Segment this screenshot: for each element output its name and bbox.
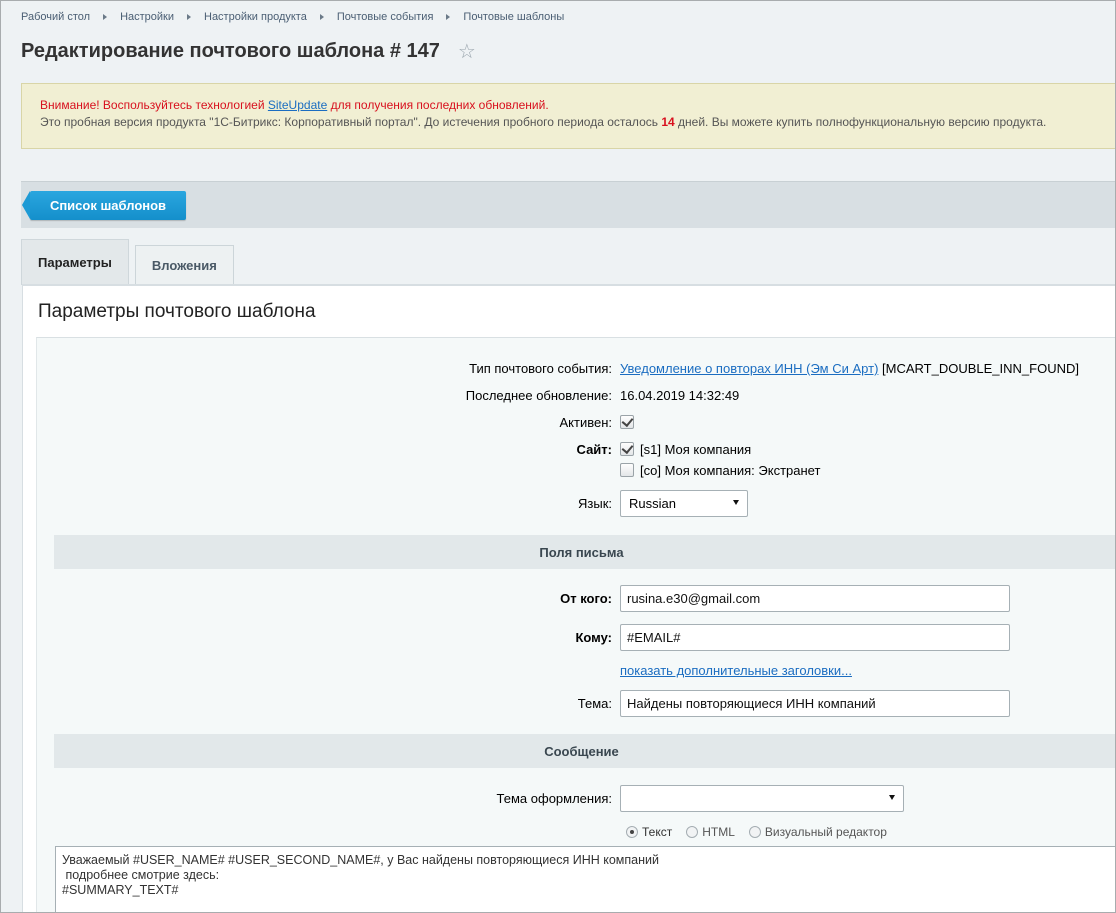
format-option-label: Визуальный редактор bbox=[764, 825, 887, 839]
chevron-down-icon bbox=[889, 795, 895, 800]
breadcrumb-item-mail-templates[interactable]: Почтовые шаблоны bbox=[463, 11, 564, 23]
breadcrumb-item-desktop[interactable]: Рабочий стол bbox=[21, 11, 90, 23]
star-icon[interactable]: ☆ bbox=[458, 42, 476, 62]
from-label: От кого: bbox=[560, 591, 612, 606]
format-option-visual[interactable]: Визуальный редактор bbox=[748, 825, 887, 839]
template-list-button[interactable]: Список шаблонов bbox=[22, 191, 186, 220]
trial-text: Это пробная версия продукта "1С-Битрикс:… bbox=[40, 115, 662, 129]
subject-input[interactable]: Найдены повторяющиеся ИНН компаний bbox=[620, 690, 1010, 717]
theme-select[interactable] bbox=[620, 785, 904, 812]
tab-bar: Параметры Вложения bbox=[21, 239, 240, 285]
format-option-label: Текст bbox=[642, 825, 673, 839]
breadcrumb-item-product-settings[interactable]: Настройки продукта bbox=[204, 11, 307, 23]
radio-button[interactable] bbox=[748, 826, 761, 838]
breadcrumb: Рабочий стол Настройки Настройки продукт… bbox=[21, 11, 564, 23]
panel-title: Параметры почтового шаблона bbox=[38, 301, 316, 322]
chevron-down-icon bbox=[733, 500, 739, 505]
update-notice: Внимание! Воспользуйтесь технологией Sit… bbox=[21, 83, 1116, 149]
event-type-label: Тип почтового события: bbox=[469, 361, 612, 376]
language-label: Язык: bbox=[578, 496, 612, 511]
show-extra-headers-link[interactable]: показать дополнительные заголовки... bbox=[620, 663, 852, 678]
to-label: Кому: bbox=[575, 630, 612, 645]
message-section-header: Сообщение bbox=[54, 734, 1116, 768]
page-title-row: Редактирование почтового шаблона # 147 ☆ bbox=[21, 40, 476, 63]
site-label-co: [co] Моя компания: Экстранет bbox=[640, 463, 821, 478]
subject-label: Тема: bbox=[577, 696, 612, 711]
trial-days: 14 bbox=[661, 115, 675, 129]
toolbar: Список шаблонов bbox=[21, 181, 1116, 228]
format-option-html[interactable]: HTML bbox=[686, 825, 735, 839]
format-radio-group: Текст HTML Визуальный редактор bbox=[626, 825, 901, 839]
language-select-value: Russian bbox=[629, 496, 676, 511]
chevron-right-icon bbox=[319, 14, 324, 20]
tab-attachments[interactable]: Вложения bbox=[134, 245, 234, 285]
event-type-value: Уведомление о повторах ИНН (Эм Си Арт) [… bbox=[620, 361, 1079, 376]
theme-label: Тема оформления: bbox=[496, 791, 612, 806]
siteupdate-link[interactable]: SiteUpdate bbox=[268, 98, 327, 112]
format-option-label: HTML bbox=[702, 825, 735, 839]
site-checkbox-s1[interactable] bbox=[620, 442, 634, 456]
message-body-textarea[interactable]: Уважаемый #USER_NAME# #USER_SECOND_NAME#… bbox=[55, 846, 1116, 913]
language-select[interactable]: Russian bbox=[620, 490, 748, 517]
tab-parameters[interactable]: Параметры bbox=[21, 239, 129, 285]
page-title: Редактирование почтового шаблона # 147 bbox=[21, 40, 440, 62]
radio-button[interactable] bbox=[686, 826, 699, 838]
updated-value: 16.04.2019 14:32:49 bbox=[620, 388, 740, 403]
fields-section-title: Поля письма bbox=[539, 544, 624, 560]
fields-section-header: Поля письма bbox=[54, 535, 1116, 569]
warning-text: Внимание! Воспользуйтесь технологией bbox=[40, 98, 268, 112]
updated-label: Последнее обновление: bbox=[465, 388, 612, 403]
from-input[interactable]: rusina.e30@gmail.com bbox=[620, 585, 1010, 612]
event-type-link[interactable]: Уведомление о повторах ИНН (Эм Си Арт) bbox=[620, 361, 878, 376]
event-type-code: [MCART_DOUBLE_INN_FOUND] bbox=[878, 361, 1079, 376]
active-checkbox[interactable] bbox=[620, 415, 634, 429]
site-checkbox-co[interactable] bbox=[620, 463, 634, 477]
active-label: Активен: bbox=[559, 415, 612, 430]
chevron-right-icon bbox=[446, 14, 451, 20]
message-section-title: Сообщение bbox=[544, 743, 619, 759]
breadcrumb-item-mail-events[interactable]: Почтовые события bbox=[337, 11, 434, 23]
trial-message: Это пробная версия продукта "1С-Битрикс:… bbox=[40, 114, 1113, 131]
chevron-right-icon bbox=[103, 14, 108, 20]
radio-button[interactable] bbox=[626, 826, 638, 838]
to-input[interactable]: #EMAIL# bbox=[620, 624, 1010, 651]
chevron-right-icon bbox=[187, 14, 191, 20]
trial-text-suffix: дней. Вы можете купить полнофункциональн… bbox=[674, 115, 1047, 129]
format-option-text[interactable]: Текст bbox=[626, 825, 672, 839]
site-label-s1: [s1] Моя компания bbox=[640, 442, 752, 457]
breadcrumb-item-settings[interactable]: Настройки bbox=[120, 11, 174, 23]
site-label: Сайт: bbox=[576, 442, 612, 457]
update-warning: Внимание! Воспользуйтесь технологией Sit… bbox=[40, 97, 1113, 114]
warning-text-suffix: для получения последних обновлений. bbox=[327, 98, 549, 112]
